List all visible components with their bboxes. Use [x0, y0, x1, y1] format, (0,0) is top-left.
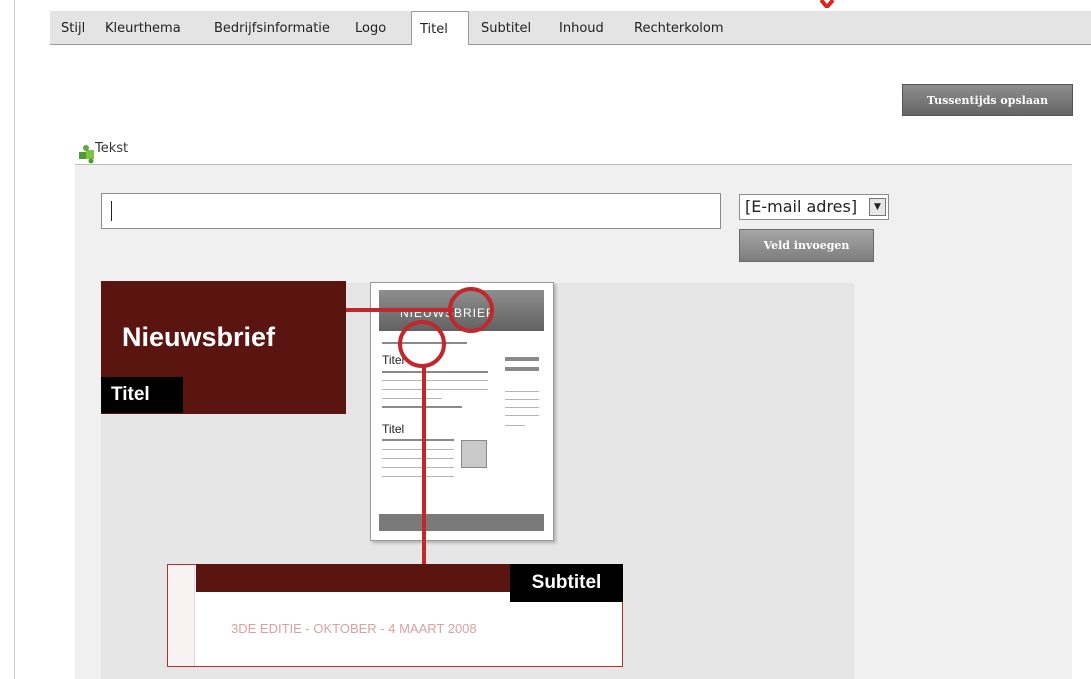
doc-text-line: [382, 458, 454, 459]
doc-text-line: [382, 449, 454, 450]
pointer-line-title: [346, 308, 454, 312]
doc-title-2: Titel: [382, 422, 405, 436]
tab-stijl[interactable]: Stijl: [61, 21, 85, 36]
puzzle-icon: [79, 145, 94, 164]
doc-text-line: [382, 467, 454, 468]
tab-subtitel[interactable]: Subtitel: [481, 21, 531, 36]
doc-sidebar-line: [505, 399, 539, 400]
doc-text-line: [382, 439, 454, 441]
text-cursor: [111, 201, 112, 221]
tab-bedrijfsinformatie[interactable]: Bedrijfsinformatie: [214, 21, 330, 36]
title-preview-text: Nieuwsbrief: [122, 322, 276, 352]
insert-field-button[interactable]: Veld invoegen: [739, 229, 874, 262]
doc-sidebar-line: [505, 357, 539, 361]
doc-text-line: [382, 398, 442, 399]
doc-text-line: [382, 389, 488, 390]
section-label: Tekst: [95, 141, 129, 156]
title-text-input[interactable]: [101, 193, 721, 229]
doc-footer-bar: [379, 514, 544, 531]
left-divider: [14, 0, 15, 679]
subtitle-preview-margin: [168, 565, 195, 666]
title-label-badge: Titel: [101, 377, 183, 413]
tab-rechterkolom[interactable]: Rechterkolom: [634, 21, 724, 36]
highlight-circle-subtitle: [398, 320, 446, 368]
image-placeholder-icon: [461, 440, 487, 468]
doc-sidebar-line: [505, 391, 539, 392]
tab-bar: Stijl Kleurthema Bedrijfsinformatie Logo…: [50, 11, 1091, 45]
doc-sidebar-line: [505, 415, 539, 416]
tab-inhoud[interactable]: Inhoud: [559, 21, 604, 36]
save-draft-button[interactable]: Tussentijds opslaan: [902, 84, 1073, 116]
tab-titel[interactable]: Titel: [411, 11, 469, 45]
doc-text-line: [382, 380, 488, 381]
decorative-mark-icon: [820, 0, 834, 8]
doc-sidebar-line: [505, 367, 539, 371]
subtitle-preview-text: 3DE EDITIE - OKTOBER - 4 MAART 2008: [231, 621, 477, 636]
subtitle-label-badge: Subtitel: [510, 564, 623, 602]
chevron-down-icon[interactable]: ▼: [869, 198, 886, 216]
tab-logo[interactable]: Logo: [355, 21, 386, 36]
pointer-line-subtitle: [422, 365, 426, 565]
highlight-circle-title: [448, 287, 494, 333]
doc-text-line: [382, 476, 454, 477]
doc-sidebar-line: [505, 407, 539, 408]
field-select[interactable]: [E-mail adres] ▼: [739, 194, 889, 220]
doc-text-line: [382, 371, 488, 373]
doc-sidebar-line: [505, 425, 525, 426]
field-select-value: [E-mail adres]: [745, 197, 858, 216]
tab-kleurthema[interactable]: Kleurthema: [105, 21, 181, 36]
